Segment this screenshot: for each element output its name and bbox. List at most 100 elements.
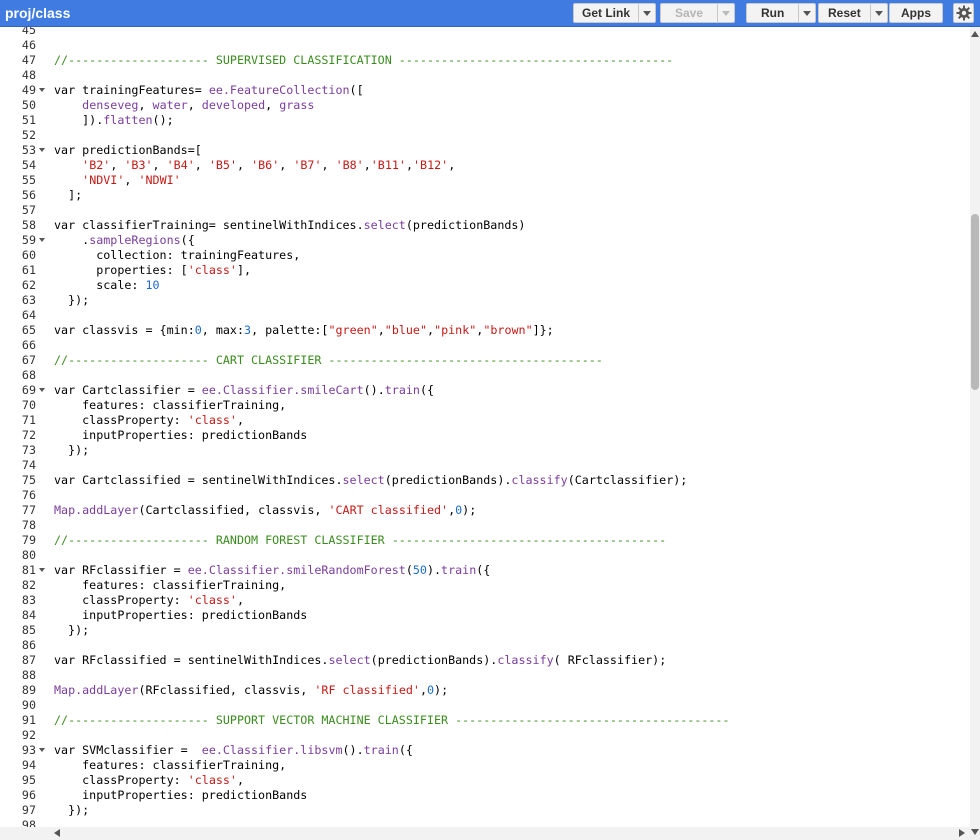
code-token: (); xyxy=(152,113,174,127)
code-token: inputProperties: predictionBands xyxy=(54,608,308,622)
fold-arrow-icon[interactable] xyxy=(39,148,45,152)
reset-dropdown-chevron-icon[interactable] xyxy=(869,4,887,22)
code-token: developed xyxy=(201,98,266,112)
code-line[interactable]: 86 xyxy=(0,638,970,653)
fold-arrow-icon[interactable] xyxy=(39,748,45,752)
vertical-scrollbar-thumb[interactable] xyxy=(971,214,979,390)
code-line[interactable]: 53 var predictionBands=[ xyxy=(0,143,970,158)
run-button[interactable]: Run xyxy=(747,4,798,22)
code-line[interactable]: 63 }); xyxy=(0,293,970,308)
code-line[interactable]: 68 xyxy=(0,368,970,383)
code-line[interactable]: 98 xyxy=(0,818,970,827)
vertical-scrollbar[interactable] xyxy=(970,27,980,840)
code-line[interactable]: 69 var Cartclassifier = ee.Classifier.smi… xyxy=(0,383,970,398)
code-line[interactable]: 60 collection: trainingFeatures, xyxy=(0,248,970,263)
code-line[interactable]: 90 xyxy=(0,698,970,713)
code-token: , xyxy=(236,593,245,607)
save-button[interactable]: Save xyxy=(661,4,717,22)
fold-arrow-icon[interactable] xyxy=(39,238,45,242)
run-dropdown-chevron-icon[interactable] xyxy=(798,4,815,22)
code-line[interactable]: 81 var RFclassifier = ee.Classifier.smile… xyxy=(0,563,970,578)
code-line[interactable]: 97 }); xyxy=(0,803,970,818)
code-line[interactable]: 57 xyxy=(0,203,970,218)
code-text: properties: ['class'], xyxy=(54,263,251,278)
apps-button[interactable]: Apps xyxy=(890,4,942,22)
code-line[interactable]: 78 xyxy=(0,518,970,533)
code-line[interactable]: 59 .sampleRegions({ xyxy=(0,233,970,248)
line-number: 84 xyxy=(21,608,36,622)
code-line[interactable]: 88 xyxy=(0,668,970,683)
code-token: , palette:[ xyxy=(251,323,329,337)
code-line[interactable]: 87 var RFclassified = sentinelWithIndices… xyxy=(0,653,970,668)
code-line[interactable]: 55 'NDVI', 'NDWI' xyxy=(0,173,970,188)
code-line[interactable]: 93 var SVMclassifier = ee.Classifier.libs… xyxy=(0,743,970,758)
code-line[interactable]: 96 inputProperties: predictionBands xyxy=(0,788,970,803)
code-text: //-------------------- SUPPORT VECTOR MA… xyxy=(54,713,730,728)
code-line[interactable]: 77 Map.addLayer(Cartclassified, classvis,… xyxy=(0,503,970,518)
scroll-down-arrow-icon[interactable] xyxy=(971,829,979,835)
code-line[interactable]: 71 classProperty: 'class', xyxy=(0,413,970,428)
line-number: 83 xyxy=(21,593,36,607)
code-token: grass xyxy=(279,98,315,112)
code-line[interactable]: 80 xyxy=(0,548,970,563)
reset-button[interactable]: Reset xyxy=(819,4,870,22)
save-dropdown-chevron-icon[interactable] xyxy=(717,4,734,22)
code-line[interactable]: 64 xyxy=(0,308,970,323)
horizontal-scrollbar[interactable] xyxy=(0,827,970,840)
get-link-button[interactable]: Get Link xyxy=(574,4,638,22)
code-line[interactable]: 94 features: classifierTraining, xyxy=(0,758,970,773)
code-line[interactable]: 54 'B2', 'B3', 'B4', 'B5', 'B6', 'B7', '… xyxy=(0,158,970,173)
fold-arrow-icon[interactable] xyxy=(39,88,45,92)
code-line[interactable]: 61 properties: ['class'], xyxy=(0,263,970,278)
settings-button[interactable] xyxy=(953,3,974,23)
code-line[interactable]: 74 xyxy=(0,458,970,473)
code-line[interactable]: 46 xyxy=(0,38,970,53)
code-line[interactable]: 70 features: classifierTraining, xyxy=(0,398,970,413)
code-line[interactable]: 45 xyxy=(0,27,970,38)
code-line[interactable]: 84 inputProperties: predictionBands xyxy=(0,608,970,623)
code-line[interactable]: 49 var trainingFeatures= ee.FeatureCollec… xyxy=(0,83,970,98)
code-line[interactable]: 79 //-------------------- RANDOM FOREST C… xyxy=(0,533,970,548)
fold-arrow-icon[interactable] xyxy=(39,568,45,572)
code-line[interactable]: 95 classProperty: 'class', xyxy=(0,773,970,788)
code-text: var trainingFeatures= ee.FeatureCollecti… xyxy=(54,83,364,98)
code-line[interactable]: 91 //-------------------- SUPPORT VECTOR … xyxy=(0,713,970,728)
line-number: 45 xyxy=(21,27,36,37)
code-line[interactable]: 47 //-------------------- SUPERVISED CLAS… xyxy=(0,53,970,68)
code-line[interactable]: 65 var classvis = {min:0, max:3, palette:… xyxy=(0,323,970,338)
code-line[interactable]: 51 ]).flatten(); xyxy=(0,113,970,128)
code-line[interactable]: 72 inputProperties: predictionBands xyxy=(0,428,970,443)
code-line[interactable]: 82 features: classifierTraining, xyxy=(0,578,970,593)
code-token: (predictionBands) xyxy=(405,218,526,232)
code-line[interactable]: 52 xyxy=(0,128,970,143)
scroll-right-arrow-icon[interactable] xyxy=(959,829,965,837)
code-editor[interactable]: 45 46 47 //-------------------- SUPERVISED … xyxy=(0,27,970,827)
code-line[interactable]: 92 xyxy=(0,728,970,743)
code-line[interactable]: 50 denseveg, water, developed, grass xyxy=(0,98,970,113)
fold-arrow-icon[interactable] xyxy=(39,388,45,392)
code-line[interactable]: 62 scale: 10 xyxy=(0,278,970,293)
code-line[interactable]: 67 //-------------------- CART CLASSIFIER… xyxy=(0,353,970,368)
line-number: 71 xyxy=(21,413,36,427)
code-token: (Cartclassified, classvis, xyxy=(138,503,329,517)
code-line[interactable]: 75 var Cartclassified = sentinelWithIndic… xyxy=(0,473,970,488)
code-line[interactable]: 83 classProperty: 'class', xyxy=(0,593,970,608)
code-line[interactable]: 73 }); xyxy=(0,443,970,458)
code-line[interactable]: 85 }); xyxy=(0,623,970,638)
code-line[interactable]: 76 xyxy=(0,488,970,503)
code-token: ( xyxy=(405,563,413,577)
code-text: Map.addLayer(RFclassified, classvis, 'RF… xyxy=(54,683,448,698)
code-token: ee.Classifier.smileRandomForest xyxy=(187,563,406,577)
get-link-dropdown-chevron-icon[interactable] xyxy=(638,4,655,22)
code-line[interactable]: 48 xyxy=(0,68,970,83)
code-token: train xyxy=(384,383,420,397)
code-text: classProperty: 'class', xyxy=(54,413,244,428)
scroll-up-arrow-icon[interactable] xyxy=(971,31,979,37)
code-line[interactable]: 66 xyxy=(0,338,970,353)
code-line[interactable]: 56 ]; xyxy=(0,188,970,203)
code-token: train xyxy=(363,743,399,757)
code-line[interactable]: 58 var classifierTraining= sentinelWithIn… xyxy=(0,218,970,233)
scroll-left-arrow-icon[interactable] xyxy=(54,829,60,837)
code-line[interactable]: 89 Map.addLayer(RFclassified, classvis, '… xyxy=(0,683,970,698)
line-number: 75 xyxy=(21,473,36,487)
